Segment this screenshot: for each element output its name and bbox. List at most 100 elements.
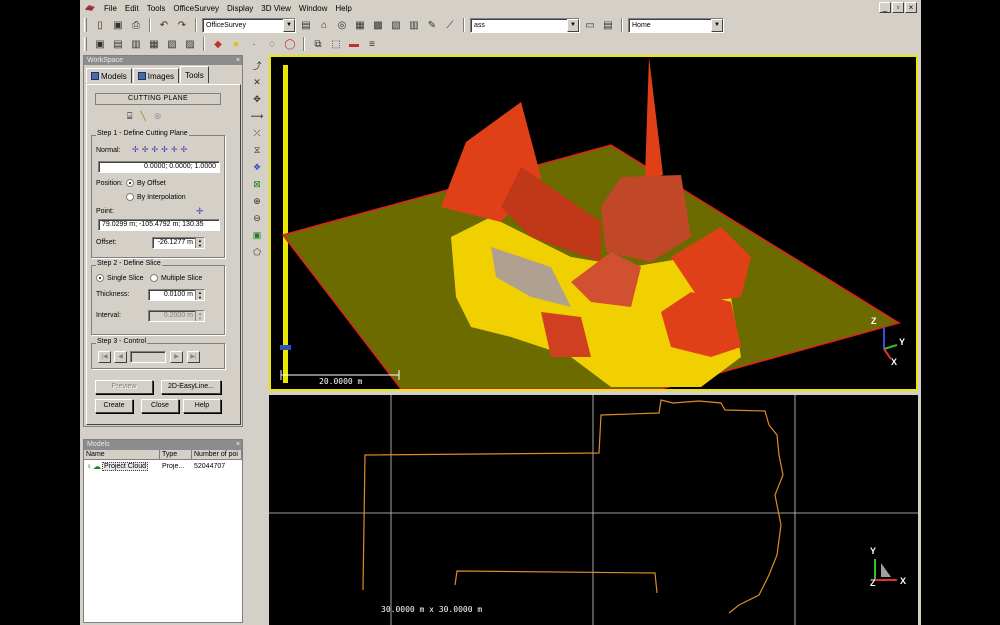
view-options-icon[interactable]: ▤ <box>600 17 616 33</box>
zoom-in-icon[interactable]: ⊕ <box>250 194 264 208</box>
ruler-icon[interactable]: ⟋ <box>442 17 458 33</box>
redo-icon[interactable]: ↷ <box>174 17 190 33</box>
scan-icon[interactable]: ⌂ <box>316 17 332 33</box>
layer-tool-icon[interactable]: ▤ <box>298 17 314 33</box>
table-row[interactable]: ♀ ☁ Project Cloud Proje... 52044707 <box>84 460 242 472</box>
tile-icon[interactable]: ▦ <box>146 36 162 52</box>
restore-button[interactable]: ▫ <box>892 2 904 13</box>
chevron-down-icon[interactable]: ▼ <box>567 18 579 32</box>
seek-icon[interactable]: ⤴ <box>250 58 264 72</box>
minimize-button[interactable]: _ <box>879 2 891 13</box>
by-interpolation-radio[interactable]: By Interpolation <box>126 193 186 201</box>
close-icon[interactable]: × <box>236 440 240 450</box>
next-slice-button[interactable]: ▶ <box>170 351 183 363</box>
last-slice-button[interactable]: ▶| <box>187 351 200 363</box>
tab-images[interactable]: Images <box>132 68 180 83</box>
rotate-icon[interactable]: ✕ <box>250 75 264 89</box>
window-list-icon[interactable]: ▨ <box>182 36 198 52</box>
color-icon[interactable]: ◆ <box>210 36 226 52</box>
axis-plus-z-icon[interactable]: ✛ <box>171 145 178 154</box>
menu-file[interactable]: File <box>100 4 121 13</box>
target-icon[interactable]: ◎ <box>334 17 350 33</box>
first-slice-button[interactable]: |◀ <box>98 351 111 363</box>
menu-help[interactable]: Help <box>331 4 355 13</box>
menu-tools[interactable]: Tools <box>143 4 170 13</box>
undo-icon[interactable]: ↶ <box>156 17 172 33</box>
fence-icon[interactable]: ◯ <box>282 36 298 52</box>
by-offset-radio[interactable]: By Offset <box>126 179 166 187</box>
offset-spinner[interactable]: ▲ ▼ <box>195 238 204 248</box>
images-icon[interactable]: ▥ <box>128 36 144 52</box>
new-file-icon[interactable]: ▯ <box>92 17 108 33</box>
grid-icon[interactable]: ▦ <box>352 17 368 33</box>
2d-section-viewport[interactable]: 30.0000 m x 30.0000 m Y Z X <box>269 395 918 625</box>
height-scale-bar[interactable] <box>283 65 288 383</box>
close-window-button[interactable]: × <box>905 2 917 13</box>
prev-slice-button[interactable]: ◀ <box>114 351 127 363</box>
project-combo[interactable]: OfficeSurvey ▼ <box>202 17 296 33</box>
tab-tools[interactable]: Tools <box>180 66 209 83</box>
slice-tool-icon[interactable]: ⊛ <box>154 111 162 122</box>
multiple-slice-radio[interactable]: Multiple Slice <box>150 274 202 282</box>
3d-viewport[interactable]: 20.0000 m Z Y X <box>269 55 918 391</box>
close-icon[interactable]: × <box>236 56 240 65</box>
look-icon[interactable]: ⧖ <box>250 143 264 157</box>
projection-icon[interactable]: ⬠ <box>250 245 264 259</box>
save-icon[interactable]: ▣ <box>110 17 126 33</box>
select-icon[interactable]: ⬚ <box>328 36 344 52</box>
fly-icon[interactable]: ⤫ <box>250 126 264 140</box>
point-icon[interactable]: · <box>246 36 262 52</box>
preview-button[interactable]: Preview <box>95 380 153 394</box>
menu-display[interactable]: Display <box>223 4 257 13</box>
line-tool-icon[interactable]: ╲ <box>140 111 145 122</box>
axis-plus-x-icon[interactable]: ✢ <box>132 145 139 154</box>
column-type[interactable]: Type <box>160 450 192 460</box>
axis-plus-y-icon[interactable]: ✢ <box>151 145 158 154</box>
help-button[interactable]: Help <box>183 399 221 413</box>
single-slice-radio[interactable]: Single Slice <box>96 274 144 282</box>
cube-view-icon[interactable]: ▣ <box>250 228 264 242</box>
toolbar-grip[interactable] <box>84 18 87 32</box>
pan-icon[interactable]: ✥ <box>250 92 264 106</box>
column-points[interactable]: Number of poi <box>192 450 242 460</box>
point-field[interactable]: 79.0299 m; -105.4792 m; 130.35 <box>98 219 220 231</box>
normal-field[interactable]: 0.0000; 0.0000; 1.0000 <box>98 161 220 173</box>
image-icon[interactable]: ▧ <box>388 17 404 33</box>
chevron-down-icon[interactable]: ▼ <box>711 18 723 32</box>
workspace-icon[interactable]: ▣ <box>92 36 108 52</box>
menu-edit[interactable]: Edit <box>121 4 143 13</box>
tab-models[interactable]: Models <box>86 68 132 83</box>
column-name[interactable]: Name <box>84 450 160 460</box>
menu-window[interactable]: Window <box>295 4 331 13</box>
measure-icon[interactable]: ▥ <box>406 17 422 33</box>
slice-handle[interactable] <box>280 345 291 350</box>
axis-minus-y-icon[interactable]: ✢ <box>161 145 168 154</box>
easyline-button[interactable]: 2D-EasyLine... <box>161 380 221 394</box>
walk-icon[interactable]: ⟿ <box>250 109 264 123</box>
orbit-icon[interactable]: ❖ <box>250 160 264 174</box>
layer-combo[interactable]: ass ▼ <box>470 17 580 33</box>
copy-icon[interactable]: ⧉ <box>310 36 326 52</box>
thickness-spinner[interactable]: ▲ ▼ <box>195 290 204 300</box>
cloud-icon[interactable]: ▩ <box>370 17 386 33</box>
axis-minus-z-icon[interactable]: ✢ <box>181 145 188 154</box>
menu-officesurvey[interactable]: OfficeSurvey <box>169 4 223 13</box>
plane-tool-icon[interactable]: ⌸ <box>127 111 132 122</box>
split-icon[interactable]: ▧ <box>164 36 180 52</box>
offset-field[interactable]: -26.1277 m ▲ ▼ <box>152 237 205 249</box>
thickness-field[interactable]: 0.0100 m ▲ ▼ <box>148 289 205 301</box>
sphere-icon[interactable]: ● <box>228 36 244 52</box>
folder-icon[interactable]: ▭ <box>582 17 598 33</box>
view-combo[interactable]: Home ▼ <box>628 17 724 33</box>
lightbulb-icon[interactable]: ♀ <box>86 462 92 471</box>
zoom-out-icon[interactable]: ⊖ <box>250 211 264 225</box>
models-icon[interactable]: ▤ <box>110 36 126 52</box>
create-button[interactable]: Create <box>95 399 133 413</box>
close-button[interactable]: Close <box>141 399 179 413</box>
lasso-icon[interactable]: ◌ <box>264 36 280 52</box>
menu-3d-view[interactable]: 3D View <box>257 4 295 13</box>
pencil-icon[interactable]: ✎ <box>424 17 440 33</box>
toolbar-grip[interactable] <box>84 37 87 51</box>
axis-minus-x-icon[interactable]: ✢ <box>142 145 149 154</box>
print-icon[interactable]: ⎙ <box>128 17 144 33</box>
